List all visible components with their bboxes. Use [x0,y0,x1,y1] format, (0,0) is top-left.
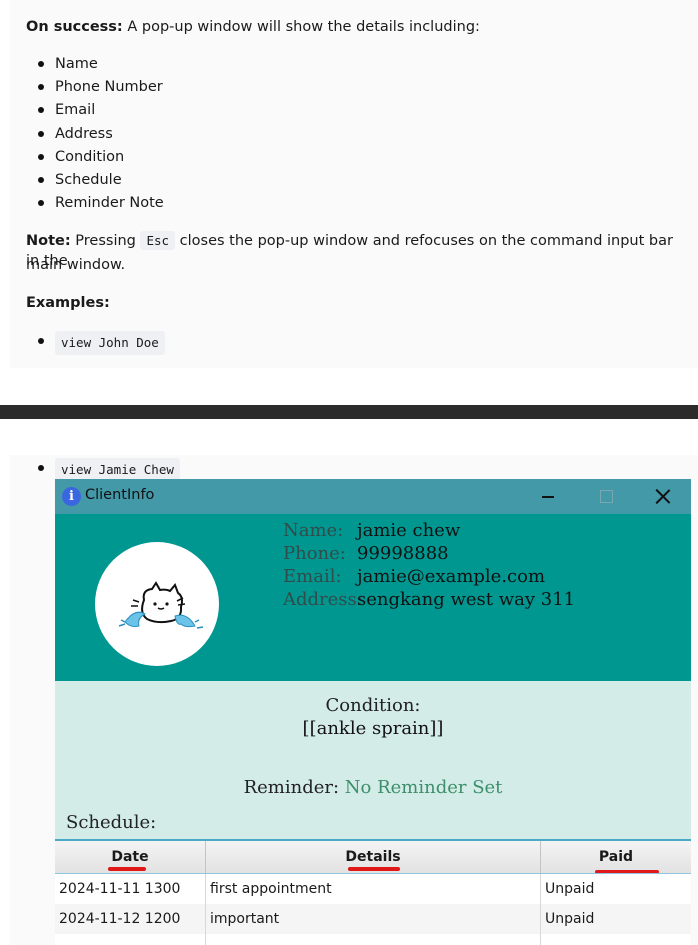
list-item: Schedule [38,170,164,193]
list-item: Name [38,54,164,77]
reminder-value: No Reminder Set [339,777,503,798]
note-text: Pressing [70,233,141,249]
paid-cell: Unpaid [545,911,595,927]
examples-heading: Examples: [26,295,110,311]
schedule-label: Schedule: [66,812,157,833]
date-cell: 2024-11-12 1200 [55,904,206,934]
maximize-icon [600,490,613,503]
bullet-dot [38,465,44,471]
reminder-row: Reminder: No Reminder Set [55,777,691,798]
list-item: Reminder Note [38,193,164,216]
close-icon [655,488,671,504]
email-row: Email: [283,565,342,588]
annotation-underline [108,867,146,871]
info-icon: i [62,487,81,506]
bullet-dot [38,338,44,344]
empty-cell [206,934,541,945]
example-code: view John Doe [55,331,165,355]
name-row: Name: [283,519,343,542]
details-cell: important [206,904,541,934]
client-phone: 99998888 [357,543,449,564]
minimize-button[interactable] [525,479,571,514]
reminder-label: Reminder: [243,777,340,798]
avatar [95,542,219,666]
list-item: Phone Number [38,77,164,100]
list-item: Address [38,124,164,147]
maximize-button[interactable] [583,479,629,514]
phone-label: Phone: [283,543,346,564]
client-name: jamie chew [357,520,461,541]
email-label: Email: [283,566,342,587]
table-row[interactable]: 2024-11-12 1200 important Unpaid [55,904,691,934]
title-bar[interactable]: i ClientInfo [55,479,691,514]
success-paragraph: On success: A pop-up window will show th… [26,17,480,37]
table-row[interactable]: 2024-11-11 1300 first appointment Unpaid [55,873,691,905]
success-label: On success: [26,19,123,35]
annotation-underline [348,867,400,871]
client-details-panel: Condition: [[ankle sprain]] Reminder: No… [55,681,691,839]
success-text: A pop-up window will show the details in… [122,19,480,35]
esc-key-code: Esc [140,231,176,250]
condition-label: Condition: [325,695,421,716]
close-button[interactable] [641,479,687,514]
name-label: Name: [283,520,344,541]
minimize-icon [542,496,554,498]
section-divider [0,405,698,419]
schedule-table: Date Details Paid 2024-11-11 1300 first … [55,839,691,945]
condition-value: [[ankle sprain]] [302,718,444,739]
phone-row: Phone: [283,542,346,565]
list-item: Condition [38,147,164,170]
paid-cell: Unpaid [545,881,595,897]
empty-cell [55,934,206,945]
client-email: jamie@example.com [357,566,546,587]
list-item: Email [38,100,164,123]
column-header-paid[interactable]: Paid [541,841,691,873]
table-row-empty [55,934,691,945]
address-row: Address: [283,588,363,611]
details-cell: first appointment [206,874,541,904]
cat-avatar-icon [118,581,204,629]
window-title: ClientInfo [85,487,155,503]
address-label: Address: [283,589,363,610]
note-label: Note: [26,233,71,249]
client-info-window: i ClientInfo Name: jamie chew Phone: 999… [55,479,691,945]
details-list: Name Phone Number Email Address Conditio… [38,54,164,216]
note-paragraph-cont: main window. [26,257,126,273]
date-cell: 2024-11-11 1300 [55,874,206,904]
client-address: sengkang west way 311 [357,589,576,610]
client-header: Name: jamie chew Phone: 99998888 Email: … [55,514,691,681]
